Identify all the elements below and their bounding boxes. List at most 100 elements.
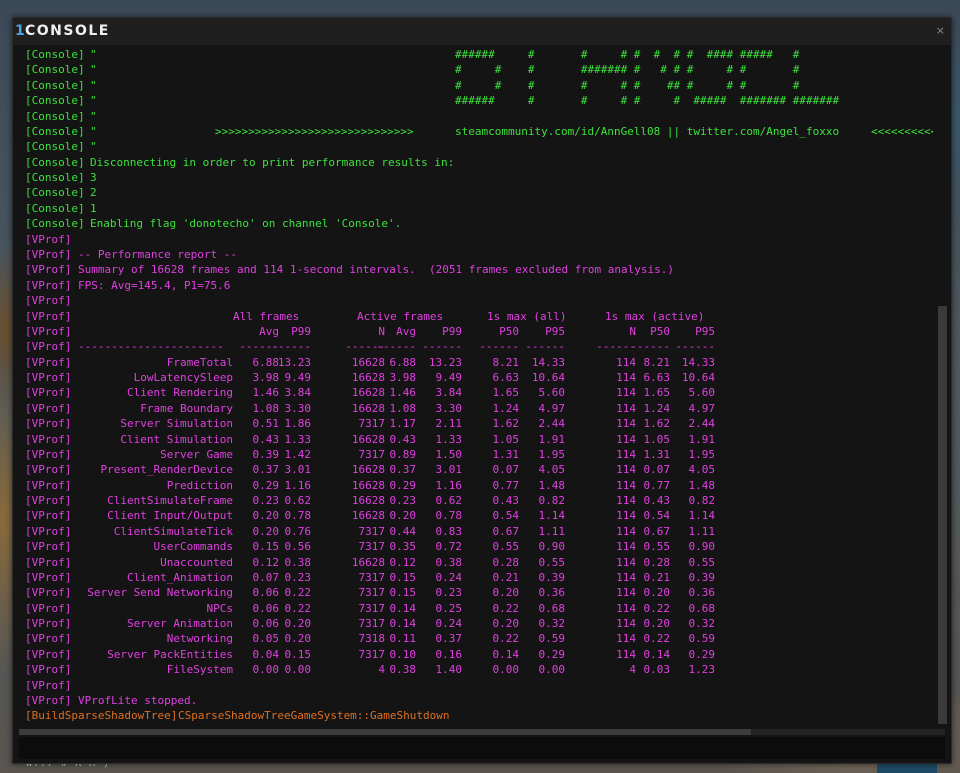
row-value: 0.36 <box>688 586 716 600</box>
row-value: 0.62 <box>284 494 312 507</box>
row-value: 2.44 <box>688 417 716 431</box>
row-name: Server Simulation <box>120 417 233 431</box>
row-value: 1.40 <box>435 663 463 677</box>
row-name: Networking <box>166 632 233 646</box>
row-value: 0.25 <box>435 601 463 615</box>
vertical-scrollbar[interactable] <box>938 306 947 724</box>
row-value: 1.42 <box>284 447 312 461</box>
row-value: 0.24 <box>435 570 463 584</box>
row-value: 0.24 <box>435 617 463 631</box>
row-value: 1.91 <box>688 432 716 446</box>
row-name: LowLatencySleep <box>133 371 233 384</box>
row-value: 14.33 <box>531 355 565 369</box>
row-value: 0.32 <box>688 617 716 631</box>
row-name: Frame Boundary <box>140 401 233 415</box>
line-tag: [Console] <box>25 63 85 77</box>
row-value: 0.36 <box>538 586 566 600</box>
line-text: Disconnecting in order to print performa… <box>90 155 455 169</box>
line-text: " <box>90 48 97 61</box>
row-value: 1.11 <box>688 524 716 538</box>
line-text: -- Performance report -- <box>78 247 237 261</box>
separator: ------ <box>422 340 462 354</box>
row-value: 3.01 <box>284 463 312 477</box>
row-value: 9.49 <box>435 371 463 384</box>
row-value: 0.76 <box>284 524 312 538</box>
row-value: 0.78 <box>284 509 312 523</box>
row-value: 1.95 <box>688 447 716 461</box>
group-header: 1s max (all) <box>487 309 567 323</box>
row-value: 0.00 <box>538 663 566 677</box>
row-value: 10.64 <box>681 371 715 384</box>
row-value: 1.23 <box>688 663 716 677</box>
row-value: 0.68 <box>538 601 566 615</box>
row-value: 0.00 <box>284 663 312 677</box>
row-value: 1.95 <box>538 447 566 461</box>
row-value: 0.78 <box>435 509 463 523</box>
line-tag: [Console] <box>25 217 85 231</box>
row-value: 0.16 <box>435 647 463 661</box>
row-value: 1.14 <box>538 509 566 523</box>
row-value: 0.56 <box>284 540 312 554</box>
line-tag: [Console] <box>25 94 85 108</box>
row-value: 1.86 <box>284 417 312 431</box>
row-value: 0.32 <box>538 617 566 631</box>
row-name: Prediction <box>166 478 233 492</box>
horizontal-scrollbar-thumb[interactable] <box>19 729 751 735</box>
arrows-right: <<<<<<<<<<<< <box>871 124 933 138</box>
row-value: 0.90 <box>688 540 716 554</box>
row-value: 1.16 <box>284 478 312 492</box>
horizontal-scrollbar[interactable] <box>19 729 945 735</box>
row-value: 10.64 <box>531 371 565 384</box>
row-name: ClientSimulateFrame <box>107 494 233 507</box>
row-value: 13.23 <box>428 355 462 369</box>
line-tag: [Console] <box>25 109 85 123</box>
row-value: 4.05 <box>538 463 566 477</box>
row-value: 1.16 <box>435 478 463 492</box>
console-window: 1 CONSOLE × [Console] " ###### # # # # # #… <box>12 17 952 764</box>
console-titlebar[interactable]: 1 CONSOLE × <box>13 18 951 45</box>
row-value: 1.48 <box>538 478 566 492</box>
line-extra: ###### # # # # # ##### ####### ####### <box>455 94 840 108</box>
row-name: Client_Animation <box>127 570 233 584</box>
row-name: Client Rendering <box>127 386 233 400</box>
line-tag: [Console] <box>25 48 85 61</box>
line-text: 3 <box>90 171 97 184</box>
row-value: 2.44 <box>538 417 566 431</box>
console-title: CONSOLE <box>25 23 110 39</box>
row-value: 0.38 <box>435 555 463 569</box>
line-text: " <box>90 124 97 138</box>
console-input[interactable] <box>19 737 945 759</box>
row-value: 0.83 <box>435 524 463 538</box>
console-number: 1 <box>15 23 25 39</box>
row-value: 4.97 <box>688 401 716 415</box>
separator: ---------------------- <box>78 340 224 354</box>
row-value: 5.60 <box>538 386 566 400</box>
line-extra: ###### # # # # # # # #### ##### # <box>455 48 800 61</box>
line-text: " <box>90 140 97 154</box>
line-tag: [Console] <box>25 78 85 92</box>
row-value: 2.11 <box>435 417 463 431</box>
line-tag: [VProf] <box>25 340 72 354</box>
close-icon[interactable]: × <box>936 24 945 37</box>
row-value: 0.82 <box>538 494 566 507</box>
line-tag: [VProf] <box>25 263 72 277</box>
separator: ------ <box>376 340 416 354</box>
row-value: 0.72 <box>435 540 463 554</box>
row-value: 0.23 <box>284 570 312 584</box>
line-tag: [Console] <box>25 124 85 138</box>
row-value: 13.23 <box>277 355 311 369</box>
line-tag: [Console] <box>25 201 85 215</box>
row-value: 0.90 <box>538 540 566 554</box>
line-text: CSparseShadowTreeGameSystem::GameShutdow… <box>178 709 450 723</box>
line-text: 1 <box>90 201 97 215</box>
separator: ------ <box>675 340 715 354</box>
row-name: FrameTotal <box>166 355 233 369</box>
row-value: 14.33 <box>681 355 715 369</box>
row-value: 0.38 <box>284 555 312 569</box>
line-text: " <box>90 63 97 77</box>
column-header: P95 <box>545 324 565 338</box>
row-name: Server Animation <box>127 617 233 631</box>
console-log[interactable]: [Console] " ###### # # # # # # # #### ####… <box>25 47 933 727</box>
group-header: All frames <box>233 309 300 323</box>
row-value: 1.48 <box>688 478 716 492</box>
